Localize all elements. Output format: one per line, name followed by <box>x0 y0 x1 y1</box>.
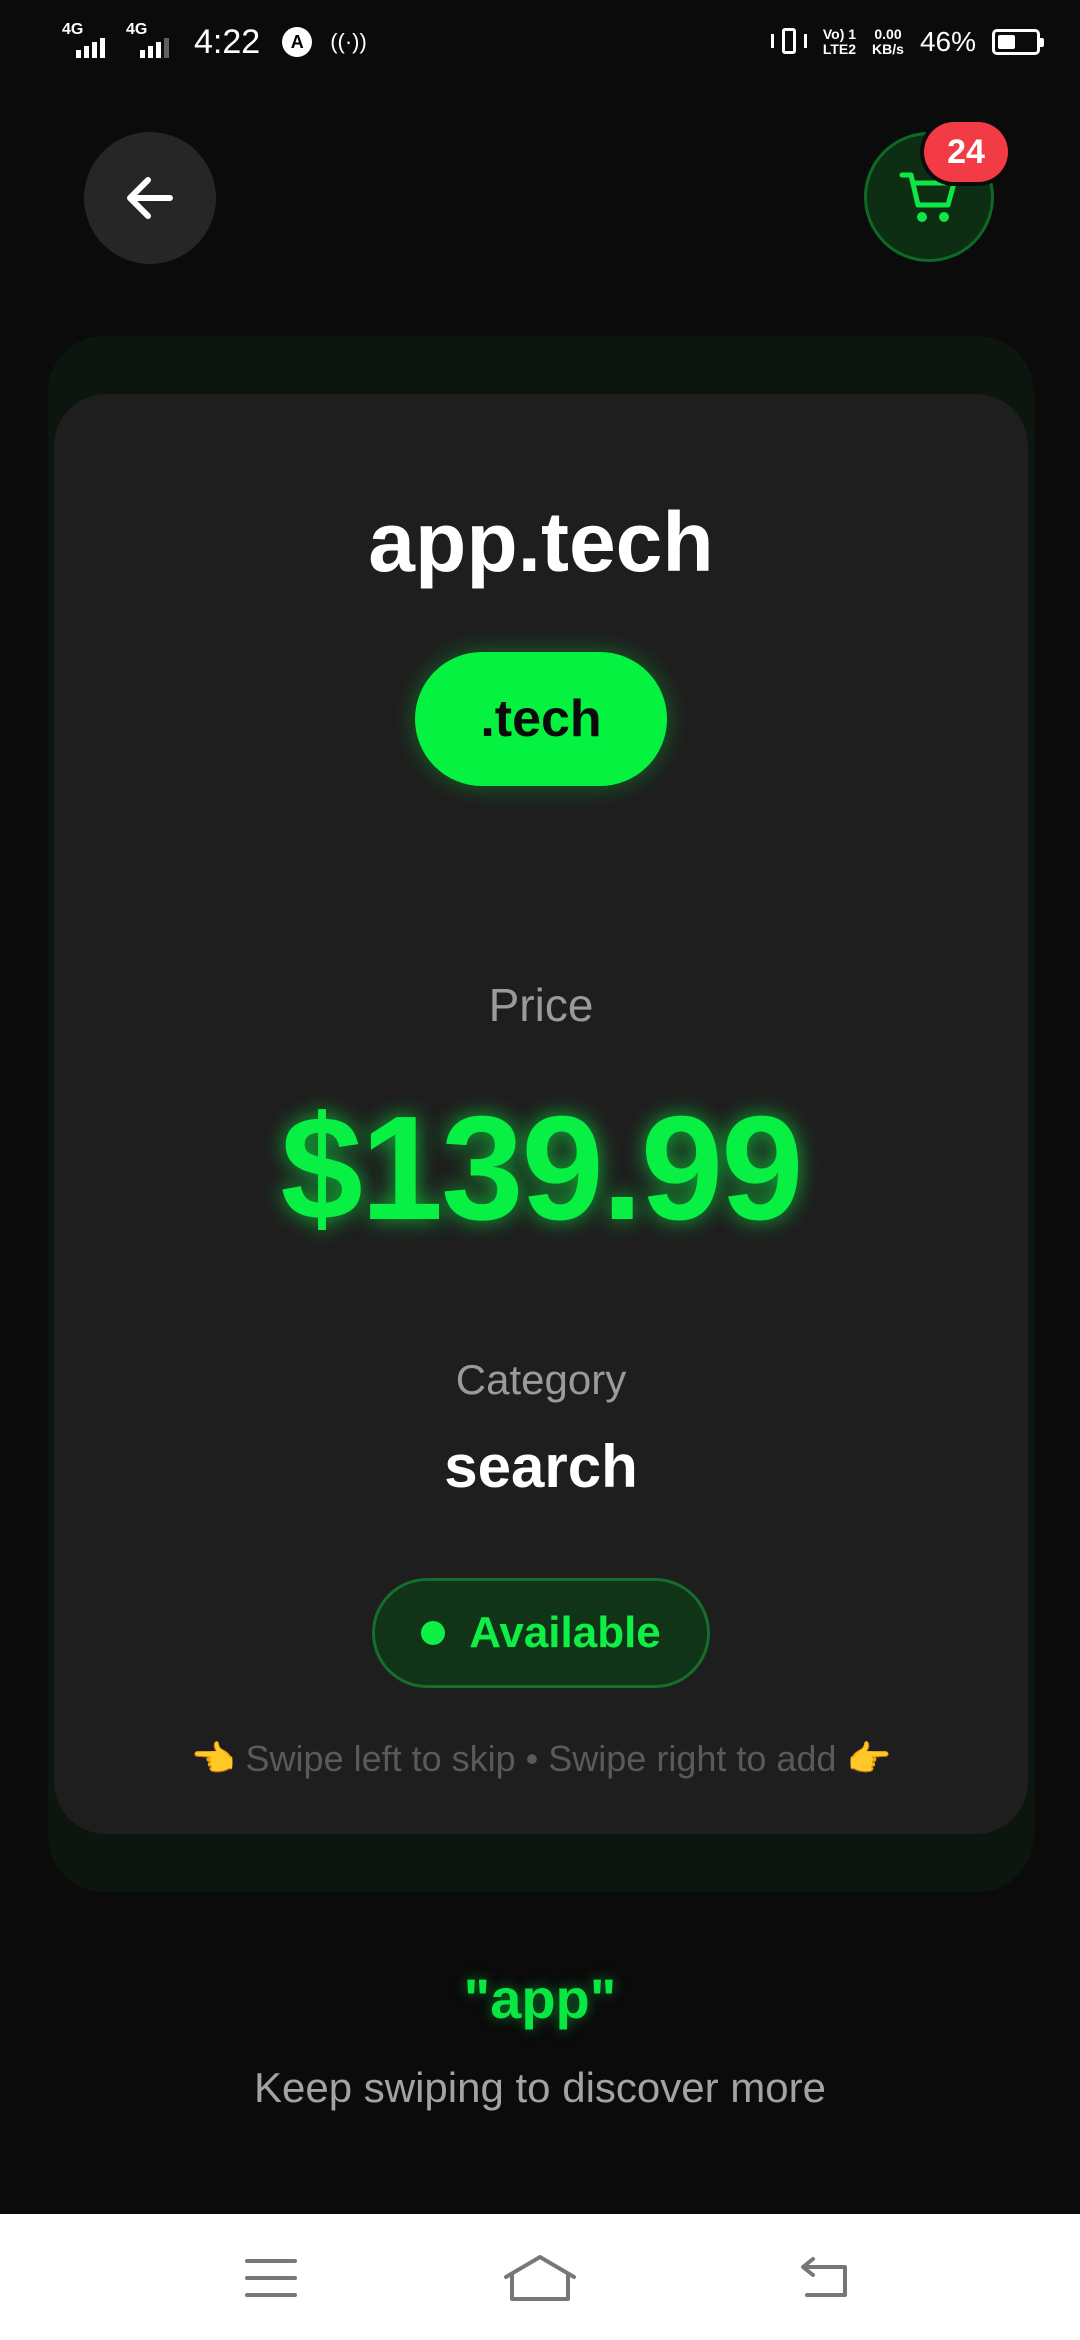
price-value: $139.99 <box>280 1086 804 1251</box>
tld-badge: .tech <box>415 652 667 786</box>
home-button[interactable] <box>495 2238 585 2318</box>
battery-fill <box>998 35 1015 49</box>
back-nav-button[interactable] <box>778 2238 868 2318</box>
screen: 4G 4G 4:22 A ((·)) Vo) 1 LTE2 0.00 KB/s … <box>0 0 1080 2340</box>
hand-right-icon: 👉 <box>846 1738 892 1779</box>
availability-badge: Available <box>372 1578 710 1688</box>
swipe-hint: 👈 Swipe left to skip • Swipe right to ad… <box>54 1738 1028 1780</box>
network-type-1: 4G <box>62 21 84 38</box>
battery-icon <box>992 29 1044 55</box>
domain-card[interactable]: app.tech .tech Price $139.99 Category se… <box>54 394 1028 1834</box>
swipe-hint-text: Swipe left to skip • Swipe right to add <box>245 1738 837 1779</box>
availability-status: Available <box>469 1608 661 1657</box>
hotspot-icon: ((·)) <box>330 29 367 54</box>
home-icon <box>504 2255 576 2301</box>
vibrate-icon <box>770 26 807 58</box>
status-bar-right: Vo) 1 LTE2 0.00 KB/s 46% <box>770 20 1044 64</box>
status-bar: 4G 4G 4:22 A ((·)) Vo) 1 LTE2 0.00 KB/s … <box>0 0 1080 84</box>
speed-value: 0.00 <box>874 26 902 42</box>
system-nav-bar <box>0 2214 1080 2340</box>
discover-hint: Keep swiping to discover more <box>254 2064 826 2111</box>
network-type-2: 4G <box>126 21 148 38</box>
cart-count-badge: 24 <box>924 122 1008 182</box>
search-query: "app" <box>463 1967 617 2030</box>
arrow-left-icon <box>127 177 173 219</box>
volte-indicator: Vo) 1 LTE2 <box>823 27 856 57</box>
category-label: Category <box>455 1356 627 1403</box>
hand-left-icon: 👈 <box>190 1738 236 1779</box>
notification-icon: A <box>282 27 313 57</box>
status-time: 4:22 <box>194 22 261 61</box>
menu-button[interactable] <box>226 2238 316 2318</box>
category-value: search <box>444 1433 638 1500</box>
signal-icon-1: 4G <box>62 22 112 62</box>
signal-icon-2: 4G <box>126 22 176 62</box>
back-button[interactable] <box>84 132 216 264</box>
price-label: Price <box>488 979 594 1031</box>
volte-top: Vo) 1 <box>822 26 857 42</box>
domain-name: app.tech <box>368 495 714 589</box>
speed-unit: KB/s <box>872 41 904 57</box>
status-dot-icon <box>421 1621 446 1645</box>
menu-icon <box>245 2259 297 2297</box>
battery-percent: 46% <box>919 26 976 57</box>
volte-bottom: LTE2 <box>822 41 857 57</box>
back-nav-icon <box>801 2257 847 2297</box>
status-bar-left: 4G 4G 4:22 A ((·)) <box>62 20 367 64</box>
network-speed: 0.00 KB/s <box>872 27 904 57</box>
